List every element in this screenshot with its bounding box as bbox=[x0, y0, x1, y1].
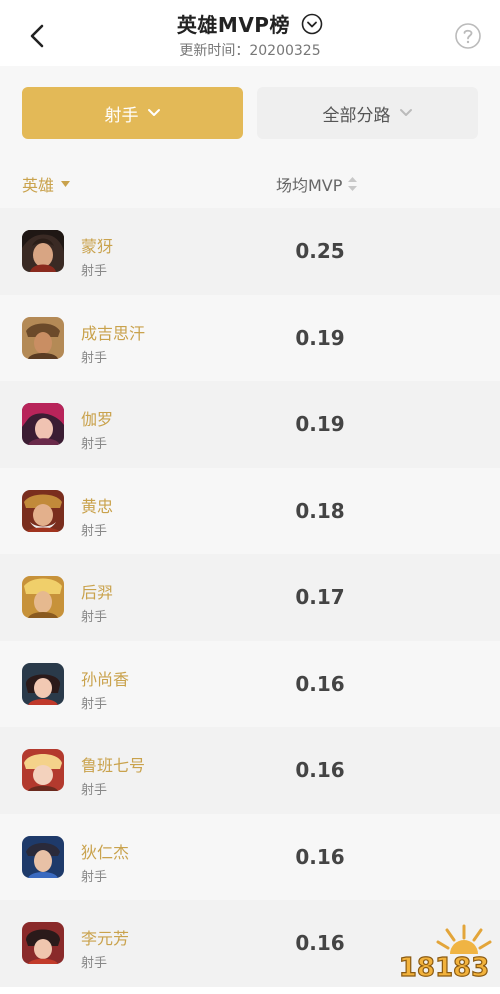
hero-row[interactable]: 成吉思汗 射手 0.19 bbox=[0, 294, 500, 381]
hero-row[interactable]: 伽罗 射手 0.19 bbox=[0, 381, 500, 468]
hero-role: 射手 bbox=[81, 437, 108, 452]
role-filter-button[interactable]: 射手 bbox=[22, 87, 243, 139]
hero-mvp-value: 0.25 bbox=[295, 239, 345, 263]
column-header: 英雄 场均MVP bbox=[0, 156, 500, 208]
hero-mvp-value: 0.16 bbox=[295, 671, 345, 696]
watermark-logo: 18183 bbox=[392, 920, 496, 984]
chevron-down-circle-icon bbox=[301, 13, 323, 34]
hero-list: 蒙犽 射手 0.25 成吉思汗 射手 0.19 伽罗 射手 0.19 黄忠 射手… bbox=[0, 208, 500, 987]
page-title: 英雄MVP榜 bbox=[176, 13, 290, 37]
hero-row[interactable]: 鲁班七号 射手 0.16 bbox=[0, 727, 500, 814]
hero-role: 射手 bbox=[81, 696, 108, 712]
hero-mvp-value: 0.16 bbox=[295, 844, 345, 869]
hero-row[interactable]: 蒙犽 射手 0.25 bbox=[0, 208, 500, 295]
hero-name: 蒙犽 bbox=[81, 237, 114, 256]
hero-role: 射手 bbox=[81, 783, 108, 798]
sort-toggle-icon bbox=[348, 177, 358, 191]
filter-bar: 射手 全部分路 bbox=[0, 66, 500, 156]
hero-mvp-value: 0.19 bbox=[295, 325, 345, 350]
top-bar: 英雄MVP榜 更新时间：20200325 bbox=[0, 0, 500, 66]
mvp-column-sort[interactable]: 场均MVP bbox=[276, 172, 358, 196]
hero-avatar bbox=[22, 576, 64, 618]
hero-row[interactable]: 黄忠 射手 0.18 bbox=[0, 467, 500, 554]
hero-name: 伽罗 bbox=[81, 410, 114, 429]
hero-name: 成吉思汗 bbox=[81, 323, 146, 343]
hero-mvp-value: 0.16 bbox=[295, 758, 345, 782]
question-circle-icon bbox=[455, 23, 481, 49]
hero-mvp-value: 0.18 bbox=[295, 498, 345, 523]
hero-role: 射手 bbox=[81, 869, 108, 885]
hero-role: 射手 bbox=[81, 264, 108, 279]
hero-avatar bbox=[22, 489, 64, 532]
watermark-text: 18183 bbox=[399, 953, 489, 983]
lane-filter-button[interactable]: 全部分路 bbox=[257, 87, 478, 139]
hero-name: 李元芳 bbox=[81, 929, 130, 948]
help-button[interactable] bbox=[454, 22, 482, 50]
title-row: 英雄MVP榜 bbox=[0, 9, 500, 38]
hero-mvp-value: 0.16 bbox=[295, 931, 345, 955]
hero-avatar bbox=[22, 662, 64, 705]
hero-avatar bbox=[22, 835, 64, 878]
hero-name: 孙尚香 bbox=[81, 669, 130, 689]
role-filter-label: 射手 bbox=[104, 105, 139, 126]
update-time: 更新时间：20200325 bbox=[179, 43, 321, 59]
hero-avatar bbox=[22, 922, 64, 964]
hero-column-label: 英雄 bbox=[22, 176, 55, 195]
title-dropdown-toggle[interactable] bbox=[301, 13, 323, 35]
sort-desc-icon bbox=[61, 181, 71, 187]
hero-avatar bbox=[22, 230, 64, 272]
hero-row[interactable]: 孙尚香 射手 0.16 bbox=[0, 640, 500, 727]
mvp-column-label: 场均MVP bbox=[276, 176, 343, 195]
hero-name: 狄仁杰 bbox=[81, 842, 130, 862]
lane-filter-label: 全部分路 bbox=[322, 105, 391, 126]
hero-role: 射手 bbox=[81, 523, 108, 539]
hero-role: 射手 bbox=[81, 610, 108, 625]
hero-row[interactable]: 后羿 射手 0.17 bbox=[0, 554, 500, 641]
hero-name: 黄忠 bbox=[81, 496, 114, 516]
hero-avatar bbox=[22, 749, 64, 791]
hero-avatar bbox=[22, 316, 64, 359]
hero-name: 后羿 bbox=[81, 583, 114, 602]
hero-avatar bbox=[22, 403, 64, 445]
hero-name: 鲁班七号 bbox=[81, 756, 146, 775]
hero-row[interactable]: 狄仁杰 射手 0.16 bbox=[0, 813, 500, 900]
hero-role: 射手 bbox=[81, 350, 108, 366]
chevron-down-icon bbox=[147, 109, 160, 116]
hero-column-sort[interactable]: 英雄 bbox=[22, 172, 71, 196]
hero-role: 射手 bbox=[81, 956, 108, 971]
chevron-down-icon bbox=[399, 109, 412, 116]
hero-mvp-value: 0.19 bbox=[295, 412, 345, 436]
hero-mvp-value: 0.17 bbox=[295, 585, 345, 609]
